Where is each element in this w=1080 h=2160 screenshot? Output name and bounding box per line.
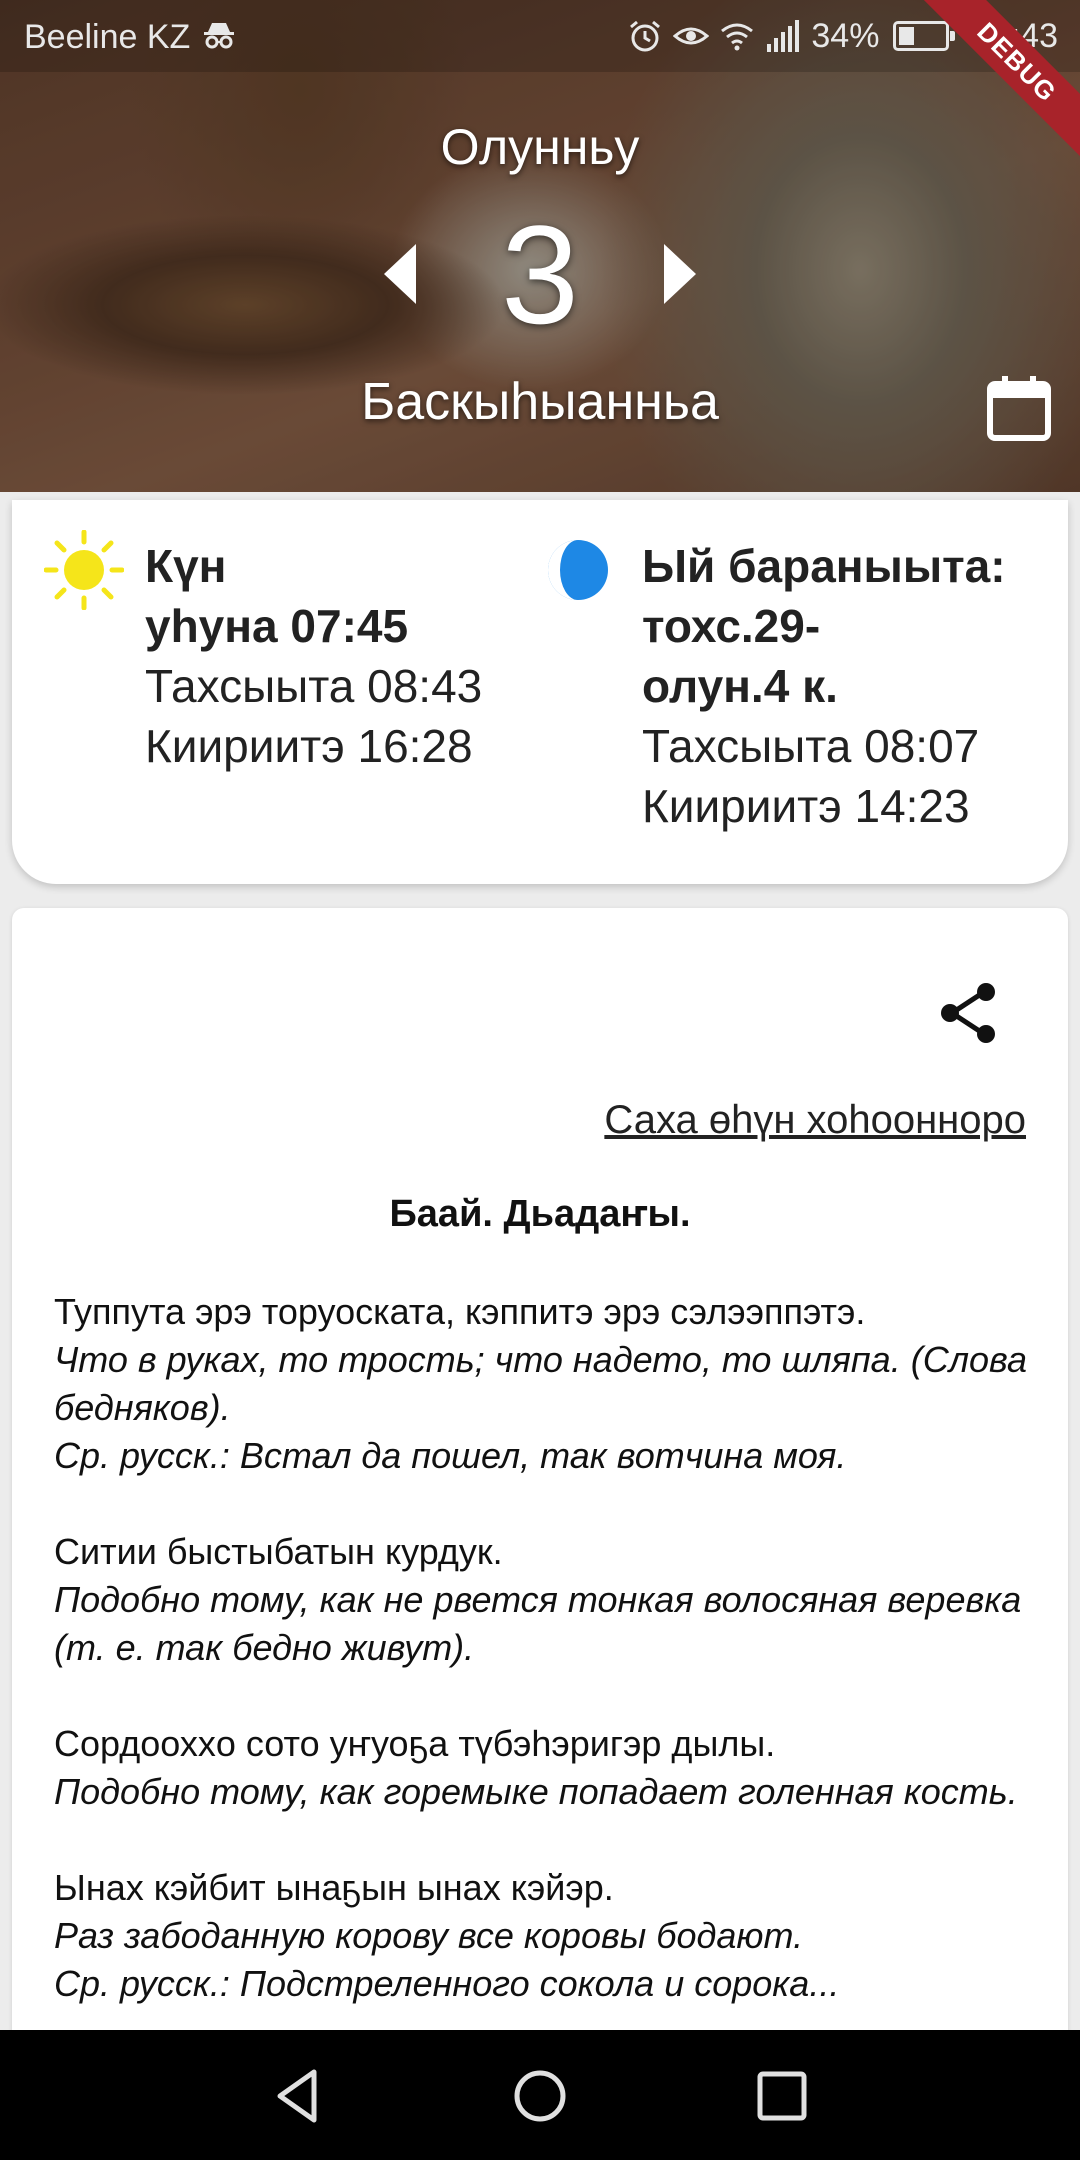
- header-background: Beeline KZ 34% 11:43: [0, 0, 1080, 492]
- moonrise-time: Тахсыыта 08:07: [642, 720, 980, 772]
- proverb-item: Сордоохxо сото уҥуоҕа түбэһэригэр дылы. …: [54, 1720, 1044, 1816]
- battery-icon: [893, 21, 956, 51]
- carrier-name: Beeline KZ: [24, 18, 191, 56]
- source-link[interactable]: Саха өһүн хоһооннорo: [604, 1098, 1026, 1143]
- sunset-time: Киириитэ 16:28: [145, 720, 473, 772]
- proverb-list: Туппута эрэ торуоската, кэппитэ эрэ сэлэ…: [54, 1288, 1044, 2056]
- sunrise-time: Тахсыыта 08:43: [145, 660, 483, 712]
- proverb-note: Ср. русск.: Встал да пошел, так вотчина …: [54, 1435, 847, 1476]
- proverb-text: Ынах кэйбит ынаҕын ынах кэйэр.: [54, 1867, 614, 1908]
- proverb-text: Ситии быстыбатын курдук.: [54, 1531, 503, 1572]
- calendar-icon[interactable]: [984, 374, 1054, 444]
- battery-percent: 34%: [811, 16, 880, 55]
- day-number: 3: [501, 196, 579, 353]
- day-length-value: уһуна 07:45: [145, 600, 409, 652]
- day-length-label: Күн: [145, 540, 227, 592]
- next-day-arrow-icon[interactable]: [664, 244, 696, 304]
- alarm-icon: [627, 18, 663, 54]
- proverb-translation: Подобно тому, как не рвется тонкая волос…: [54, 1579, 1022, 1668]
- sun-icon: [43, 529, 125, 611]
- proverb-item: Туппута эрэ торуоската, кэппитэ эрэ сэлэ…: [54, 1288, 1044, 1480]
- month-label: Олунньу: [440, 119, 640, 175]
- proverb-text: Туппута эрэ торуоската, кэппитэ эрэ сэлэ…: [54, 1291, 866, 1332]
- moon-phase-label: Ый бараныыта:: [642, 540, 1006, 592]
- proverb-translation: Раз забоданную корову все коровы бодают.: [54, 1915, 804, 1956]
- signal-icon: [765, 18, 801, 54]
- recent-apps-icon[interactable]: [752, 2066, 812, 2126]
- section-title: Баай. Дьадаҥы.: [389, 1193, 691, 1235]
- proverb-item: Ситии быстыбатын курдук. Подобно тому, к…: [54, 1528, 1044, 1672]
- proverbs-card: Саха өһүн хоһооннорo Баай. Дьадаҥы. Тупп…: [12, 908, 1068, 2160]
- app-screen: Beeline KZ 34% 11:43: [0, 0, 1080, 2160]
- back-icon[interactable]: [268, 2066, 328, 2126]
- proverb-translation: Подобно тому, как горемыке попадает голе…: [54, 1771, 1018, 1812]
- moonset-time: Киириитэ 14:23: [642, 780, 970, 832]
- moon-phase-range-1: тохс.29-: [642, 600, 821, 652]
- proverb-item: Ынах кэйбит ынаҕын ынах кэйэр. Раз забод…: [54, 1864, 1044, 2008]
- eye-comfort-icon: [673, 18, 710, 54]
- proverb-text: Сордоохxо сото уҥуоҕа түбэһэригэр дылы.: [54, 1723, 776, 1764]
- wifi-icon: [719, 18, 755, 54]
- share-icon[interactable]: [934, 978, 1004, 1048]
- moon-phase-range-2: олун.4 к.: [642, 660, 838, 712]
- incognito-icon: [202, 20, 236, 50]
- sun-info: Күн уһуна 07:45 Тахсыыта 08:43 Киириитэ …: [145, 536, 482, 776]
- weekday-label: Баскыһыанньа: [361, 373, 719, 431]
- home-icon[interactable]: [510, 2066, 570, 2126]
- battery-fill: [899, 27, 915, 45]
- navigation-bar: [0, 2030, 1080, 2160]
- status-bar: Beeline KZ 34% 11:43: [0, 0, 1080, 72]
- sun-moon-card: Күн уһуна 07:45 Тахсыыта 08:43 Киириитэ …: [12, 500, 1068, 884]
- moon-phase-icon: [546, 538, 610, 602]
- moon-info: Ый бараныыта: тохс.29- олун.4 к. Тахсыыт…: [642, 536, 1006, 836]
- proverb-translation: Что в руках, то трость; что надето, то ш…: [54, 1339, 1028, 1428]
- proverb-note: Ср. русск.: Подстреленного сокола и соро…: [54, 1963, 840, 2004]
